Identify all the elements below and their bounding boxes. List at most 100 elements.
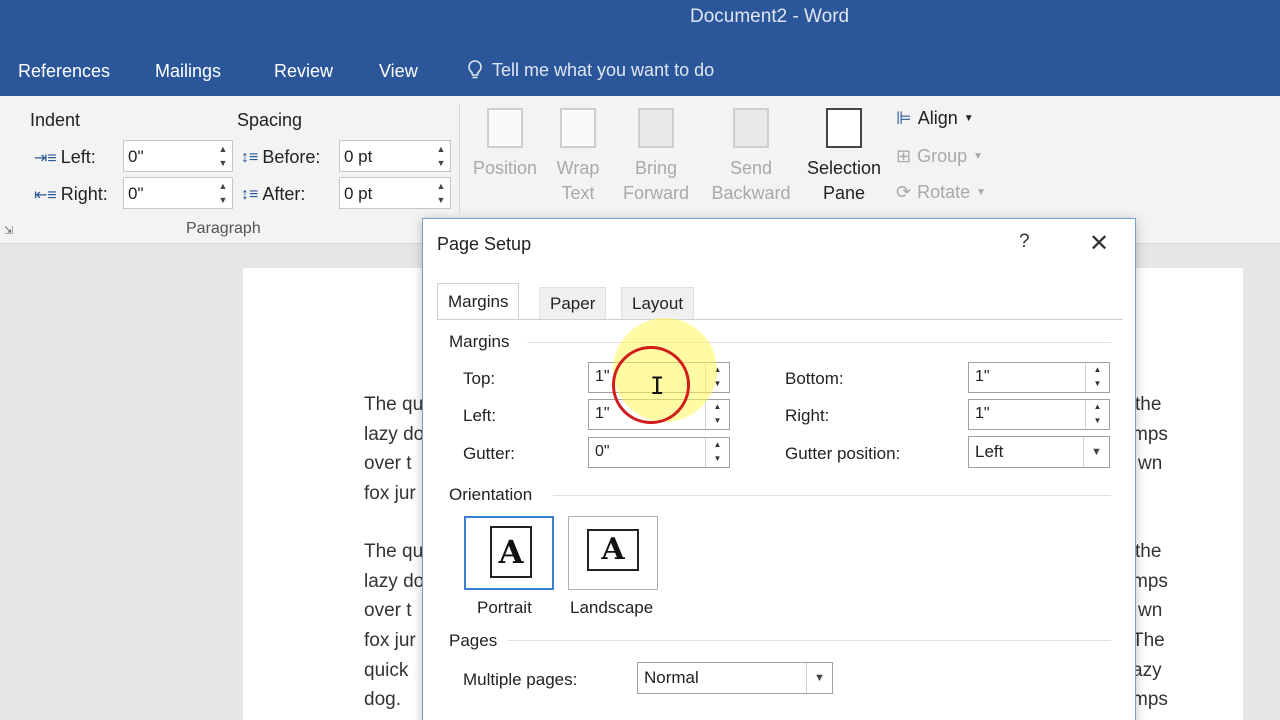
right-label: Right: [785,406,830,425]
doc-line-right: azy [1132,660,1162,681]
tell-me-search[interactable]: Tell me what you want to do [466,59,714,81]
landscape-button[interactable]: A [568,516,658,590]
doc-line-left: The qu [364,394,424,415]
left-margin-spinner[interactable]: ▲ ▼ [705,400,729,429]
chevron-down-icon: ▼ [973,151,984,162]
doc-line-right: wn [1138,600,1163,621]
dialog-title: Page Setup [437,234,532,254]
doc-line-right: the [1135,394,1162,415]
tab-review[interactable]: Review [274,61,333,82]
title-bar: Document2 - Word [0,0,1280,48]
gutter-label: Gutter: [463,444,515,463]
doc-line-left: quick [364,660,409,681]
spacing-after-icon: ↕≡ [241,185,259,203]
tab-mailings[interactable]: Mailings [155,61,221,82]
chevron-down-icon[interactable]: ▼ [1083,437,1109,467]
orientation-section-label: Orientation [449,485,533,504]
chevron-down-icon: ▼ [976,187,987,198]
left-label: Left: [463,406,497,425]
bring-forward-button[interactable]: Bring Forward [612,108,700,206]
doc-line-right: mps [1132,424,1168,445]
bottom-label: Bottom: [785,369,844,388]
landscape-label: Landscape [570,598,654,617]
tab-view[interactable]: View [379,61,418,82]
indent-left-label: ⇥≡ Left: [34,147,96,167]
doc-line-left: fox jur [364,483,416,504]
spacing-after-input[interactable]: 0 pt ▲ ▼ [339,177,451,209]
page-setup-dialog: Page Setup ? ✕ Margins Paper Layout Marg… [422,218,1136,720]
top-label: Top: [463,369,496,388]
portrait-page-icon: A [490,526,532,578]
doc-line-left: lazy do [364,571,425,592]
doc-line-left: over t [364,600,412,621]
wrap-text-icon [560,108,596,148]
tab-references[interactable]: References [18,61,110,82]
right-margin-input[interactable]: 1" ▲ ▼ [968,399,1110,430]
chevron-down-icon[interactable]: ▼ [806,663,832,693]
spacing-before-input[interactable]: 0 pt ▲ ▼ [339,140,451,172]
doc-line-left: dog. [364,689,401,710]
indent-right-input[interactable]: 0" ▲ ▼ [123,177,233,209]
position-button[interactable]: Position [466,108,544,181]
dialog-launcher-icon[interactable]: ⇲ [4,224,13,237]
rotate-button[interactable]: ⟳ Rotate ▼ [896,182,986,203]
spacing-label: Spacing [237,110,303,130]
indent-right-label: ⇤≡ Right: [34,184,108,204]
indent-left-spinner[interactable]: ▲ ▼ [216,142,230,170]
window-title: Document2 - Word [690,6,850,27]
gutter-position-label: Gutter position: [785,444,901,463]
indent-left-icon: ⇥≡ [34,149,57,167]
align-icon: ⊫ [896,108,912,128]
bring-forward-icon [638,108,674,148]
tab-margins[interactable]: Margins [437,283,520,320]
indent-right-spinner[interactable]: ▲ ▼ [216,179,230,207]
indent-right-icon: ⇤≡ [34,186,57,204]
doc-line-left: fox jur [364,630,416,651]
word-window: Document2 - Word References Mailings Rev… [0,0,1280,720]
section-divider [553,495,1111,496]
rotate-icon: ⟳ [896,182,912,202]
right-margin-spinner[interactable]: ▲ ▼ [1085,400,1109,429]
bottom-margin-spinner[interactable]: ▲ ▼ [1085,363,1109,392]
portrait-label: Portrait [477,598,532,617]
section-divider [507,640,1111,641]
position-icon [487,108,523,148]
tell-me-text: Tell me what you want to do [492,59,715,80]
align-button[interactable]: ⊫ Align ▼ [896,108,974,129]
selection-pane-icon [826,108,862,148]
text-cursor-icon: I [650,372,665,400]
spacing-after-label: ↕≡ After: [241,184,306,204]
paragraph-group-label: Paragraph [186,220,261,237]
wrap-text-button[interactable]: Wrap Text [548,108,608,206]
gutter-spinner[interactable]: ▲ ▼ [705,438,729,467]
margins-panel: Margins Top: 1" ▲ ▼ Left: 1" ▲ ▼ Gutter: 0… [437,319,1123,719]
close-button[interactable]: ✕ [1089,229,1109,258]
gutter-position-select[interactable]: Left ▼ [968,436,1110,468]
doc-line-left: over t [364,453,412,474]
tab-layout[interactable]: Layout [621,287,695,319]
landscape-page-icon: A [587,529,639,571]
multiple-pages-select[interactable]: Normal ▼ [637,662,833,694]
lightbulb-icon [468,60,482,79]
selection-pane-button[interactable]: Selection Pane [802,108,886,206]
group-icon: ⊞ [896,146,912,166]
spacing-after-spinner[interactable]: ▲ ▼ [434,179,448,207]
send-backward-icon [733,108,769,148]
doc-line-right: mps [1132,571,1168,592]
gutter-input[interactable]: 0" ▲ ▼ [588,437,730,468]
doc-line-right: the [1135,541,1162,562]
send-backward-button[interactable]: Send Backward [702,108,800,206]
section-divider [527,342,1111,343]
indent-left-input[interactable]: 0" ▲ ▼ [123,140,233,172]
bottom-margin-input[interactable]: 1" ▲ ▼ [968,362,1110,393]
help-button[interactable]: ? [1019,231,1030,253]
portrait-button[interactable]: A [464,516,554,590]
margins-section-label: Margins [449,332,510,351]
doc-line-right: mps [1132,689,1168,710]
spacing-before-spinner[interactable]: ▲ ▼ [434,142,448,170]
group-button[interactable]: ⊞ Group ▼ [896,146,983,167]
spacing-before-icon: ↕≡ [241,148,259,166]
tab-paper[interactable]: Paper [539,287,607,319]
doc-line-right: The [1132,630,1165,651]
pages-section-label: Pages [449,631,498,650]
